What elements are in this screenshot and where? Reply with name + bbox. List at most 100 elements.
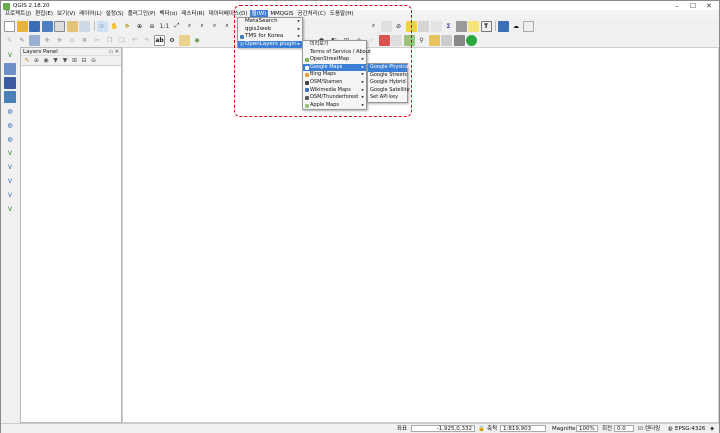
add-delimited-text-icon[interactable]: V xyxy=(4,147,16,159)
menu-project[interactable]: 프로젝트(J) xyxy=(3,10,33,19)
zoom-layer-icon[interactable]: ⌕ xyxy=(197,21,208,32)
zoom-last-icon[interactable]: ⌕ xyxy=(209,21,220,32)
add-feature-icon[interactable]: ✚ xyxy=(42,35,53,46)
current-edits-icon[interactable]: ✎ xyxy=(4,35,15,46)
undo-icon[interactable]: ↶ xyxy=(129,35,140,46)
add-oracle-layer-icon[interactable]: V xyxy=(4,189,16,201)
label-icon[interactable]: ab xyxy=(154,34,165,46)
remove-layer-icon[interactable]: ⊖ xyxy=(90,57,98,65)
render-checkbox[interactable]: ☑ xyxy=(638,425,643,433)
magnifier-field[interactable]: 100% xyxy=(576,425,598,432)
layers-panel-title: Layers Panel xyxy=(23,48,58,55)
zoom-next-icon[interactable]: ⌕ xyxy=(222,21,233,32)
qgis-window: QGIS 2.18.20 – ☐ ✕ 프로젝트(J) 편집(E) 보기(V) 레… xyxy=(0,0,720,433)
pan-map-icon[interactable]: ✋ xyxy=(109,21,120,32)
plugin-k-icon[interactable] xyxy=(441,34,452,46)
scale-label: 축척 xyxy=(487,426,498,432)
add-virtual-layer-icon[interactable]: V xyxy=(4,161,16,173)
rotation-label: 회전 xyxy=(602,426,613,432)
annotation-highlight xyxy=(234,5,412,117)
style-manager-icon[interactable] xyxy=(79,20,90,32)
cut-features-icon[interactable]: ✂ xyxy=(92,35,103,46)
add-wms-layer-icon[interactable]: ◍ xyxy=(4,105,16,117)
menu-raster[interactable]: 래스터(R) xyxy=(179,10,206,19)
add-vector-layer-icon[interactable]: V xyxy=(4,49,16,61)
node-tool-icon[interactable]: ⌂ xyxy=(67,35,78,46)
add-mssql-layer-icon[interactable]: V xyxy=(4,175,16,187)
rotation-field[interactable]: 0.0 xyxy=(614,425,634,432)
globe-icon[interactable]: ◍ xyxy=(668,425,673,433)
plugin-l-icon[interactable] xyxy=(453,34,465,46)
menu-layer[interactable]: 레이어(L) xyxy=(77,10,104,19)
zoom-in-icon[interactable]: ⊕ xyxy=(134,21,145,32)
copy-features-icon[interactable]: ❐ xyxy=(104,35,115,46)
add-wfs-layer-icon[interactable]: ◍ xyxy=(4,133,16,145)
composer-manager-icon[interactable] xyxy=(66,20,78,32)
plugin-i-icon[interactable]: ⚲ xyxy=(416,35,427,46)
layers-panel: Layers Panel ▭ ✕ ✎ ⊕ ◉ ▼ ▼ ⊞ ⊟ ⊖ xyxy=(20,47,122,423)
plugin-m-icon[interactable] xyxy=(466,34,477,46)
status-bar: 좌표 -1,925,0,332 🔒 축척 1:819,903 Magnifier… xyxy=(1,423,719,433)
redo-icon[interactable]: ↷ xyxy=(142,35,153,46)
move-feature-icon[interactable]: ✥ xyxy=(54,35,65,46)
attribute-table-icon[interactable] xyxy=(418,20,429,32)
add-postgis-layer-icon[interactable] xyxy=(4,77,16,89)
filter-legend-icon[interactable]: ▼ xyxy=(52,57,60,65)
save-project-icon[interactable] xyxy=(29,20,40,32)
add-raster-layer-icon[interactable] xyxy=(4,63,16,75)
plugin-icon[interactable] xyxy=(523,20,534,32)
zoom-native-icon[interactable]: 1:1 xyxy=(159,21,170,32)
sum-icon[interactable]: Σ xyxy=(443,21,454,32)
expand-all-icon[interactable]: ⊞ xyxy=(71,57,79,65)
text-annotation-icon[interactable]: T xyxy=(480,20,492,32)
menu-view[interactable]: 보기(V) xyxy=(55,10,77,19)
paste-features-icon[interactable]: ❏ xyxy=(117,35,128,46)
menu-plugins[interactable]: 플러그인(P) xyxy=(126,10,158,19)
messages-icon[interactable]: ◈ xyxy=(710,425,714,433)
layer-style-icon[interactable]: ✎ xyxy=(23,57,31,65)
plugin-j-icon[interactable] xyxy=(428,34,440,46)
cloud-icon[interactable]: ☁ xyxy=(511,21,522,32)
open-project-icon[interactable] xyxy=(16,20,28,32)
qgis-logo-icon xyxy=(3,2,10,10)
toolbar-separator xyxy=(495,21,496,31)
menu-edit[interactable]: 편집(E) xyxy=(33,10,55,19)
layers-panel-toolbar: ✎ ⊕ ◉ ▼ ▼ ⊞ ⊟ ⊖ xyxy=(21,56,121,66)
new-project-icon[interactable] xyxy=(4,20,15,32)
python-console-icon[interactable] xyxy=(498,20,509,32)
manage-visibility-icon[interactable]: ◉ xyxy=(42,57,50,65)
coordinate-field[interactable]: -1,925,0,332 xyxy=(411,425,475,432)
filter-expression-icon[interactable]: ▼ xyxy=(61,57,69,65)
add-spatialite-layer-icon[interactable] xyxy=(4,91,16,103)
coordinate-label: 좌표 xyxy=(397,426,408,432)
measure-icon[interactable] xyxy=(455,20,467,32)
touch-zoom-icon[interactable]: ☞ xyxy=(96,20,108,32)
statistics-icon[interactable] xyxy=(430,20,442,32)
new-shapefile-icon[interactable]: V xyxy=(4,203,16,215)
crs-label[interactable]: EPSG:4326 xyxy=(675,425,705,433)
zoom-full-icon[interactable]: ⤢ xyxy=(172,21,183,32)
pin-label-icon[interactable] xyxy=(179,34,190,46)
toggle-editing-icon[interactable]: ✎ xyxy=(17,35,28,46)
map-tips-icon[interactable] xyxy=(468,20,479,32)
map-canvas[interactable] xyxy=(122,47,719,423)
layer-labeling-icon[interactable]: ⚙ xyxy=(167,35,178,46)
layers-panel-header: Layers Panel ▭ ✕ xyxy=(21,48,121,56)
delete-selected-icon[interactable]: ✖ xyxy=(79,35,90,46)
render-label: 렌더링 xyxy=(645,426,661,432)
save-as-icon[interactable] xyxy=(41,20,53,32)
add-group-icon[interactable]: ⊕ xyxy=(33,57,41,65)
lock-icon[interactable]: 🔒 xyxy=(478,425,485,433)
menu-vector[interactable]: 벡터(o) xyxy=(158,10,180,19)
save-edits-icon[interactable] xyxy=(29,34,40,46)
panel-close-icon[interactable]: ▭ ✕ xyxy=(108,49,119,55)
scale-field[interactable]: 1:819,903 xyxy=(500,425,546,432)
collapse-all-icon[interactable]: ⊟ xyxy=(80,57,88,65)
show-label-icon[interactable]: ◉ xyxy=(192,35,203,46)
menu-settings[interactable]: 설정(S) xyxy=(104,10,126,19)
zoom-out-icon[interactable]: ⊖ xyxy=(147,21,158,32)
pan-to-selection-icon[interactable]: ✥ xyxy=(122,21,133,32)
print-composer-icon[interactable] xyxy=(54,20,65,32)
add-wcs-layer-icon[interactable]: ◍ xyxy=(4,119,16,131)
zoom-selection-icon[interactable]: ⌕ xyxy=(184,21,195,32)
